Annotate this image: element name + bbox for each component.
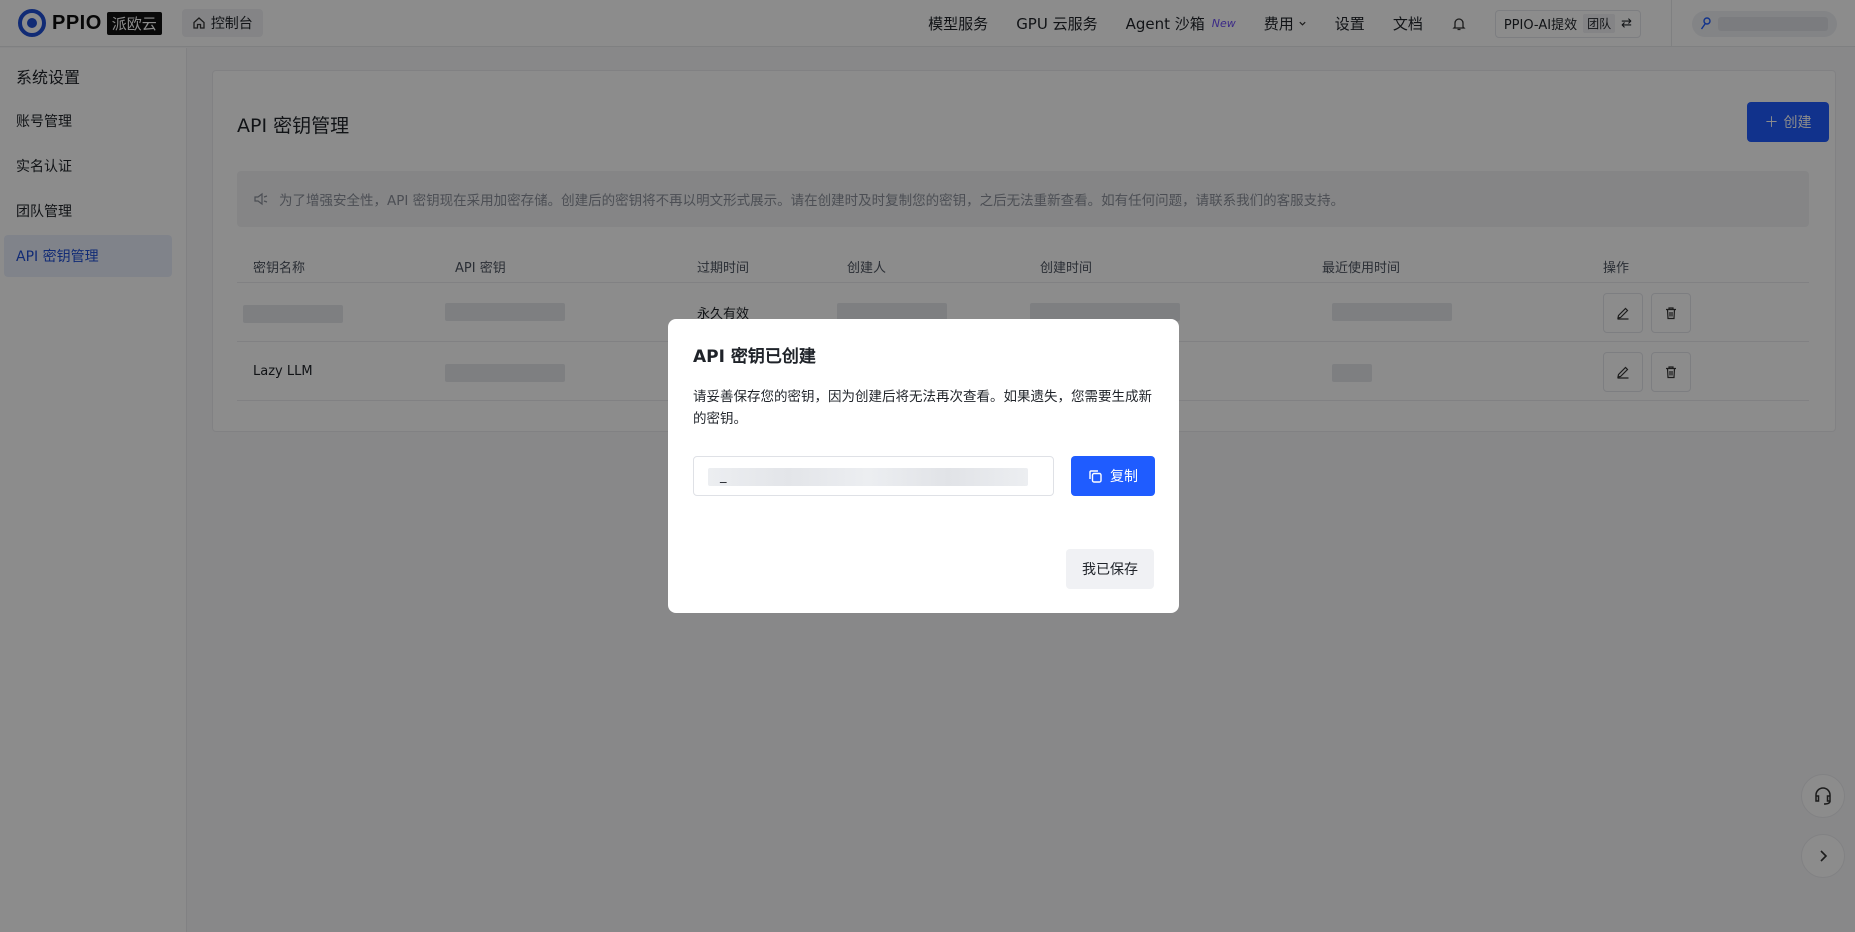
redacted-api-key-value: [708, 468, 1028, 486]
copy-label: 复制: [1110, 469, 1138, 485]
copy-icon: [1089, 469, 1102, 483]
dialog-title: API 密钥已创建: [693, 347, 816, 367]
copy-button[interactable]: 复制: [1071, 456, 1155, 496]
api-key-created-dialog: API 密钥已创建 请妥善保存您的密钥，因为创建后将无法再次查看。如果遗失，您需…: [668, 319, 1179, 613]
dialog-description: 请妥善保存您的密钥，因为创建后将无法再次查看。如果遗失，您需要生成新的密钥。: [693, 389, 1152, 427]
api-key-field[interactable]: _: [693, 456, 1054, 496]
saved-button[interactable]: 我已保存: [1066, 549, 1154, 589]
key-prefix: _: [720, 469, 727, 484]
